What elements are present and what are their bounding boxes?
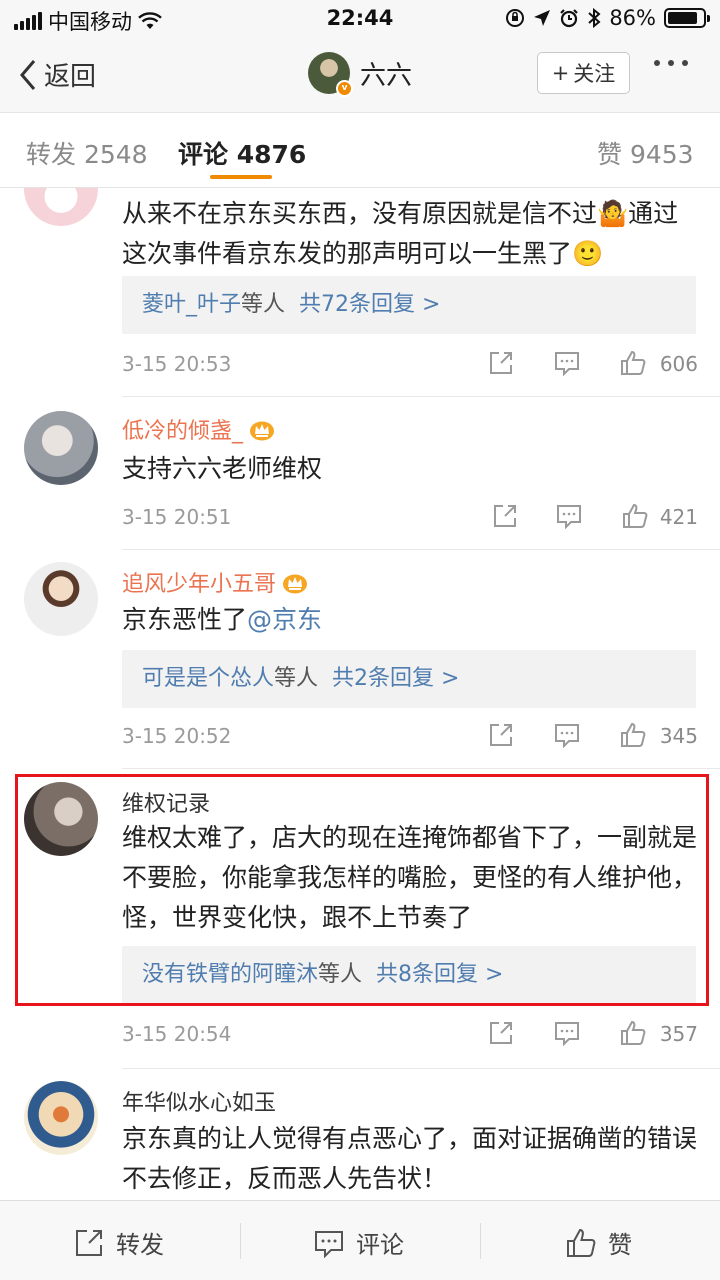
username-text: 低冷的倾盏_ bbox=[122, 419, 244, 444]
username[interactable]: 年华似水心如玉 bbox=[122, 1085, 276, 1117]
reply-suffix: 等人 bbox=[274, 666, 319, 691]
tab-comments-count: 4876 bbox=[236, 140, 307, 169]
like-count: 357 bbox=[659, 1022, 698, 1046]
like-count: 421 bbox=[659, 505, 698, 529]
highlight-box bbox=[15, 774, 709, 1006]
reply-count-link[interactable]: 共72条回复 > bbox=[299, 292, 440, 317]
share-icon[interactable] bbox=[492, 503, 518, 529]
comment-time: 3-15 20:51 bbox=[122, 505, 232, 529]
alarm-icon bbox=[560, 9, 579, 28]
back-button[interactable]: 返回 bbox=[18, 56, 96, 93]
plus-icon: + bbox=[551, 61, 570, 85]
like-label: 赞 bbox=[608, 1231, 632, 1259]
like-count: 606 bbox=[659, 352, 698, 376]
share-icon[interactable] bbox=[488, 350, 514, 376]
crown-icon bbox=[250, 421, 275, 441]
tab-bar: 转发 2548 评论 4876 赞 9453 bbox=[0, 112, 720, 188]
comment-icon bbox=[315, 1230, 343, 1258]
mention-link[interactable]: @京东 bbox=[247, 605, 322, 634]
comment-text: 京东真的让人觉得有点恶心了，面对证据确凿的错误不去修正，反而恶人先告状！ bbox=[122, 1124, 698, 1193]
tab-likes-count: 9453 bbox=[629, 140, 694, 169]
rotation-lock-icon bbox=[506, 9, 525, 27]
comment-icon[interactable] bbox=[554, 722, 580, 748]
battery-icon bbox=[664, 8, 710, 28]
divider bbox=[122, 1068, 720, 1069]
nav-bar: 返回 v 六六 + 关注 bbox=[0, 38, 720, 112]
active-tab-indicator bbox=[210, 175, 272, 179]
comment-button[interactable]: 评论 bbox=[314, 1225, 404, 1260]
comment-icon[interactable] bbox=[556, 503, 582, 529]
divider bbox=[122, 549, 720, 550]
avatar[interactable] bbox=[24, 1081, 98, 1155]
comment-text-prefix: 京东恶性了 bbox=[122, 605, 248, 634]
username[interactable]: 追风少年小五哥 bbox=[122, 566, 308, 598]
comment-icon[interactable] bbox=[554, 350, 580, 376]
repost-button[interactable]: 转发 bbox=[74, 1225, 164, 1260]
divider bbox=[240, 1223, 241, 1259]
like-button[interactable]: 赞 bbox=[566, 1225, 632, 1260]
like-icon[interactable] bbox=[620, 350, 646, 376]
more-options-icon[interactable] bbox=[654, 60, 688, 66]
share-icon bbox=[76, 1229, 102, 1256]
comment-meta: 3-15 20:52 345 bbox=[122, 722, 698, 752]
follow-label: 关注 bbox=[573, 62, 616, 86]
avatar[interactable]: v bbox=[308, 52, 353, 97]
tab-comments[interactable]: 评论 4876 bbox=[178, 135, 306, 171]
like-icon[interactable] bbox=[622, 503, 648, 529]
location-icon bbox=[534, 10, 551, 26]
like-icon[interactable] bbox=[620, 722, 646, 748]
comment-list[interactable]: 从来不在京东买东西，没有原因就是信不过🤷通过这次事件看京东发的那声明可以一生黑了… bbox=[0, 188, 720, 1200]
like-icon bbox=[567, 1228, 596, 1257]
reply-count-link[interactable]: 共2条回复 > bbox=[332, 666, 459, 691]
like-count: 345 bbox=[659, 724, 698, 748]
reply-summary[interactable]: 可是是个怂人等人 共2条回复 > bbox=[122, 650, 696, 708]
username-text: 追风少年小五哥 bbox=[122, 572, 277, 597]
tab-comments-label: 评论 bbox=[178, 140, 229, 169]
bluetooth-icon bbox=[588, 8, 601, 28]
username-text: 年华似水心如玉 bbox=[122, 1091, 277, 1116]
reply-summary[interactable]: 菱叶_叶子等人 共72条回复 > bbox=[122, 276, 696, 334]
comment-meta: 3-15 20:54 357 bbox=[122, 1020, 698, 1050]
reply-users[interactable]: 菱叶_叶子 bbox=[142, 292, 241, 317]
comment-time: 3-15 20:54 bbox=[122, 1022, 232, 1046]
comment-meta: 3-15 20:51 421 bbox=[122, 503, 698, 533]
status-bar: 中国移动 22:44 86% bbox=[0, 0, 720, 38]
tab-repost[interactable]: 转发 2548 bbox=[26, 135, 148, 171]
battery-percent: 86% bbox=[609, 6, 656, 30]
chevron-left-icon bbox=[20, 59, 36, 90]
comment-time: 3-15 20:53 bbox=[122, 352, 232, 376]
comment-meta: 3-15 20:53 606 bbox=[122, 350, 698, 380]
tab-likes[interactable]: 赞 9453 bbox=[597, 135, 694, 171]
username[interactable]: 低冷的倾盏_ bbox=[122, 413, 275, 445]
follow-button[interactable]: + 关注 bbox=[537, 52, 630, 94]
avatar[interactable] bbox=[24, 562, 98, 636]
share-icon[interactable] bbox=[488, 722, 514, 748]
comment-label: 评论 bbox=[356, 1231, 404, 1259]
crown-icon bbox=[283, 574, 308, 594]
comment-time: 3-15 20:52 bbox=[122, 724, 232, 748]
verified-badge-icon: v bbox=[336, 80, 353, 97]
tab-likes-label: 赞 bbox=[597, 140, 623, 169]
comment-text: 支持六六老师维权 bbox=[122, 454, 323, 483]
share-icon[interactable] bbox=[488, 1020, 514, 1046]
reply-suffix: 等人 bbox=[241, 292, 286, 317]
avatar[interactable] bbox=[24, 411, 98, 485]
comment-text: 京东恶性了@京东 bbox=[122, 600, 702, 640]
repost-label: 转发 bbox=[116, 1231, 164, 1259]
divider bbox=[122, 396, 720, 397]
bottom-action-bar: 转发 评论 赞 bbox=[0, 1200, 720, 1280]
page-title: 六六 bbox=[360, 60, 413, 91]
profile-header[interactable]: v 六六 bbox=[308, 52, 413, 97]
like-icon[interactable] bbox=[620, 1020, 646, 1046]
comment-text: 从来不在京东买东西，没有原因就是信不过🤷通过这次事件看京东发的那声明可以一生黑了… bbox=[122, 199, 679, 268]
comment-icon[interactable] bbox=[554, 1020, 580, 1046]
divider bbox=[122, 768, 720, 769]
tab-repost-label: 转发 bbox=[26, 140, 77, 169]
divider bbox=[480, 1223, 481, 1259]
avatar[interactable] bbox=[24, 188, 98, 226]
back-label: 返回 bbox=[44, 62, 97, 92]
reply-users[interactable]: 可是是个怂人 bbox=[142, 666, 274, 691]
tab-repost-count: 2548 bbox=[83, 140, 148, 169]
